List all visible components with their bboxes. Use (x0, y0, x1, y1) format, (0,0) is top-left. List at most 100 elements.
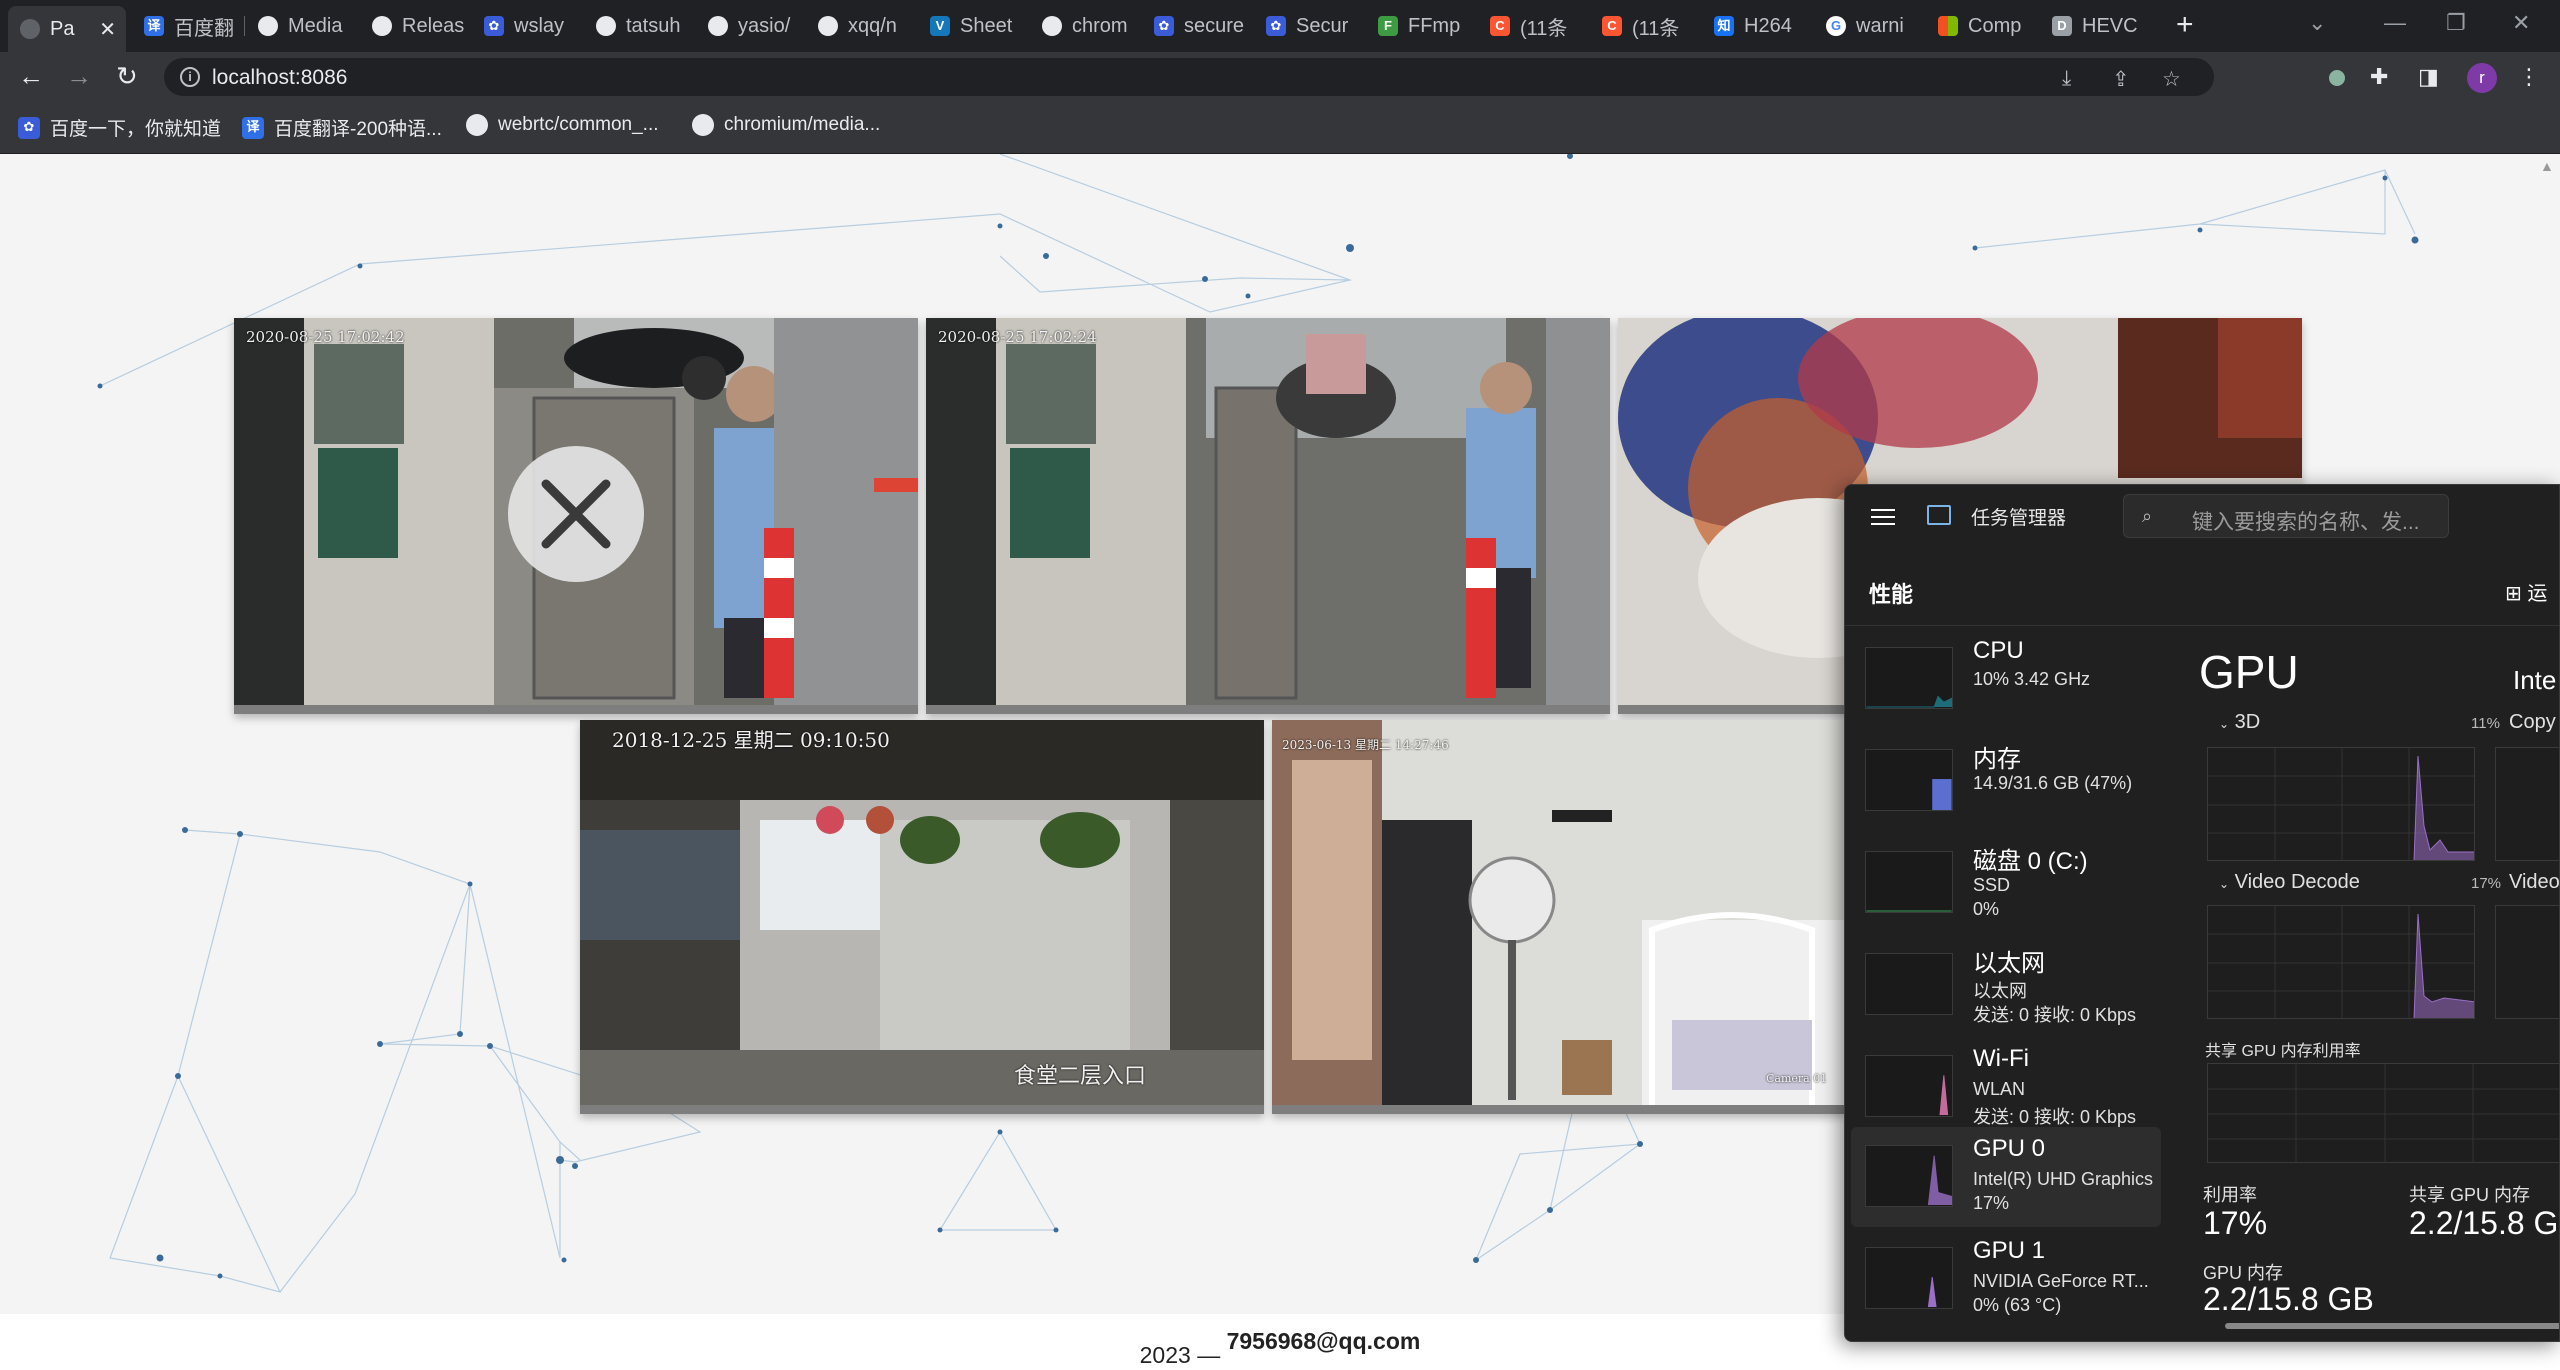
tab-label: FFmp (1408, 14, 1461, 37)
video-player-1[interactable]: 2020-08-25 17:02:42 (234, 318, 918, 714)
video-player-2[interactable]: 2020-08-25 17:02:24 (926, 318, 1610, 714)
tab-active[interactable]: Pa ✕ (8, 6, 126, 52)
extension-status-icon[interactable] (2326, 67, 2348, 89)
perf-item-gpu1[interactable]: GPU 1 NVIDIA GeForce RT... 0% (63 °C) (1851, 1229, 2161, 1329)
tab[interactable]: 知 H264 (1702, 8, 1812, 44)
perf-item-name: GPU 0 (1973, 1135, 2046, 1162)
close-overlay-button[interactable] (508, 446, 644, 582)
perf-item-detail: SSD (1973, 875, 2011, 895)
browser-toolbar: ← → ↻ i localhost:8086 ☆ ⇪ ⤓ ✚ ◨ ⋮ (0, 52, 2560, 102)
zhihu-icon: 知 (1714, 16, 1734, 36)
engine-label-copy[interactable]: Copy (2509, 711, 2556, 734)
back-icon[interactable]: ← (18, 62, 44, 90)
tab[interactable]: Gwarni (1814, 8, 1924, 44)
engine-label-3d[interactable]: ⌄ 3D (2219, 711, 2260, 734)
github-icon (692, 114, 714, 136)
tab[interactable]: tatsuh (584, 8, 694, 44)
hamburger-menu-icon[interactable] (1871, 509, 1895, 525)
menu-icon[interactable]: ⋮ (2518, 64, 2540, 90)
perf-item-wifi[interactable]: Wi-Fi WLAN 发送: 0 接收: 0 Kbps (1851, 1037, 2161, 1137)
bookmark-item[interactable]: ✿ 百度一下，你就知道 (18, 114, 221, 141)
url-text[interactable]: localhost:8086 (212, 66, 347, 90)
tab-search-icon[interactable]: ⌄ (2308, 10, 2326, 36)
extensions-icon[interactable]: ✚ (2370, 64, 2388, 90)
baidu-icon: ✿ (484, 16, 504, 36)
perf-item-detail: Intel(R) UHD Graphics (1973, 1169, 2154, 1189)
run-new-task-button[interactable]: ⊞ 运 (2505, 577, 2547, 606)
github-icon (372, 16, 392, 36)
minimize-icon[interactable]: — (2384, 10, 2406, 36)
engine-percent: 11% (2471, 715, 2500, 732)
gpu-3d-graph (2207, 747, 2475, 861)
gpu-model-name: Inte (2513, 665, 2557, 695)
gpu-copy-graph (2495, 747, 2559, 861)
chevron-down-icon: ⌄ (2219, 877, 2230, 891)
csdn-icon: C (1602, 16, 1622, 36)
forward-icon[interactable]: → (66, 62, 92, 90)
site-info-icon[interactable]: i (180, 67, 200, 87)
perf-item-usage: 17% (1973, 1193, 2010, 1213)
tab[interactable]: ✿ wslay (472, 8, 582, 44)
tab-label: Pa (50, 17, 75, 40)
engine-percent: 17% (2471, 875, 2502, 892)
engine-label-video[interactable]: Video (2509, 871, 2559, 894)
search-icon: ⌕ (2142, 506, 2153, 526)
horizontal-scrollbar[interactable] (2225, 1323, 2559, 1329)
run-task-label: 运 (2527, 583, 2548, 605)
tab[interactable]: ✿ Secur (1254, 8, 1364, 44)
footer-year: 2023 — (1139, 1342, 1221, 1368)
perf-item-usage: 发送: 0 接收: 0 Kbps (1973, 1107, 2137, 1127)
tab[interactable]: D HEVC (2040, 8, 2158, 44)
chevron-down-icon: ⌄ (2219, 717, 2230, 731)
video-player-4[interactable]: 2018-12-25 星期二 09:10:50 食堂二层入口 (580, 720, 1264, 1114)
perf-item-memory[interactable]: 内存 14.9/31.6 GB (47%) (1851, 731, 2161, 831)
task-manager-search-input[interactable]: ⌕ 键入要搜索的名称、发... (2123, 494, 2449, 538)
scroll-up-icon[interactable]: ▲ (2540, 158, 2554, 174)
gpu-detail-title: GPU (2199, 646, 2299, 698)
perf-item-name: GPU 1 (1973, 1237, 2046, 1264)
bookmark-item[interactable]: webrtc/common_... (466, 114, 659, 136)
perf-item-ethernet[interactable]: 以太网 以太网 发送: 0 接收: 0 Kbps (1851, 935, 2161, 1035)
baidu-icon: ✿ (1154, 16, 1174, 36)
perf-item-cpu[interactable]: CPU 10% 3.42 GHz (1851, 629, 2161, 729)
csdn-icon: C (1490, 16, 1510, 36)
restore-icon[interactable]: ❐ (2446, 10, 2466, 36)
bookmark-item[interactable]: 译百度翻译-200种语... (242, 114, 442, 141)
tab[interactable]: ✿ secure (1142, 8, 1252, 44)
task-manager-window[interactable]: 任务管理器 ⌕ 键入要搜索的名称、发... 性能 ⊞ 运 CPU 10% 3.4… (1844, 484, 2560, 1342)
bookmark-item[interactable]: chromium/media... (692, 114, 880, 136)
share-icon[interactable]: ⇪ (2112, 67, 2130, 92)
tab[interactable]: yasio/ (696, 8, 806, 44)
avatar[interactable]: r (2467, 63, 2497, 93)
tab[interactable]: V Sheet (918, 8, 1028, 44)
gpu-video-decode-graph (2207, 905, 2475, 1019)
tab[interactable]: C (11条 (1478, 8, 1588, 44)
close-icon[interactable]: ✕ (99, 17, 116, 42)
video-timestamp: 2018-12-25 星期二 09:10:50 (612, 728, 890, 752)
task-manager-titlebar: 任务管理器 ⌕ 键入要搜索的名称、发... (1845, 485, 2559, 547)
tab[interactable]: chrom (1030, 8, 1140, 44)
reload-icon[interactable]: ↻ (116, 62, 138, 90)
install-app-icon[interactable]: ⤓ (2062, 67, 2071, 91)
side-panel-icon[interactable]: ◨ (2418, 64, 2439, 90)
video-player-5[interactable]: 2023-06-13 星期二 14:27:46 Camera 01 (1272, 720, 1846, 1114)
tab[interactable]: 译百度翻 (132, 8, 242, 44)
engine-label-text: Video Decode (2234, 871, 2360, 893)
shared-gpu-memory-value: 2.2/15.8 G (2409, 1205, 2559, 1241)
perf-item-gpu0[interactable]: GPU 0 Intel(R) UHD Graphics 17% (1851, 1127, 2161, 1227)
tab[interactable]: Comp (1926, 8, 2038, 44)
address-bar[interactable]: i localhost:8086 ☆ ⇪ ⤓ (164, 58, 2214, 96)
perf-item-detail: WLAN (1973, 1079, 2026, 1099)
perf-item-disk[interactable]: 磁盘 0 (C:) SSD 0% (1851, 833, 2161, 933)
tab[interactable]: xqq/n (806, 8, 916, 44)
tab[interactable]: Media (246, 8, 356, 44)
tab[interactable]: C (11条 (1590, 8, 1700, 44)
engine-label-video-decode[interactable]: ⌄ Video Decode (2219, 871, 2360, 894)
camera-frame-image (926, 318, 1610, 705)
perf-item-detail: NVIDIA GeForce RT... (1973, 1271, 2149, 1291)
bookmark-star-icon[interactable]: ☆ (2162, 67, 2181, 92)
tab[interactable]: F FFmp (1366, 8, 1476, 44)
close-window-icon[interactable]: ✕ (2512, 10, 2530, 36)
new-tab-button[interactable]: + (2176, 10, 2194, 40)
tab[interactable]: Releas (360, 8, 470, 44)
